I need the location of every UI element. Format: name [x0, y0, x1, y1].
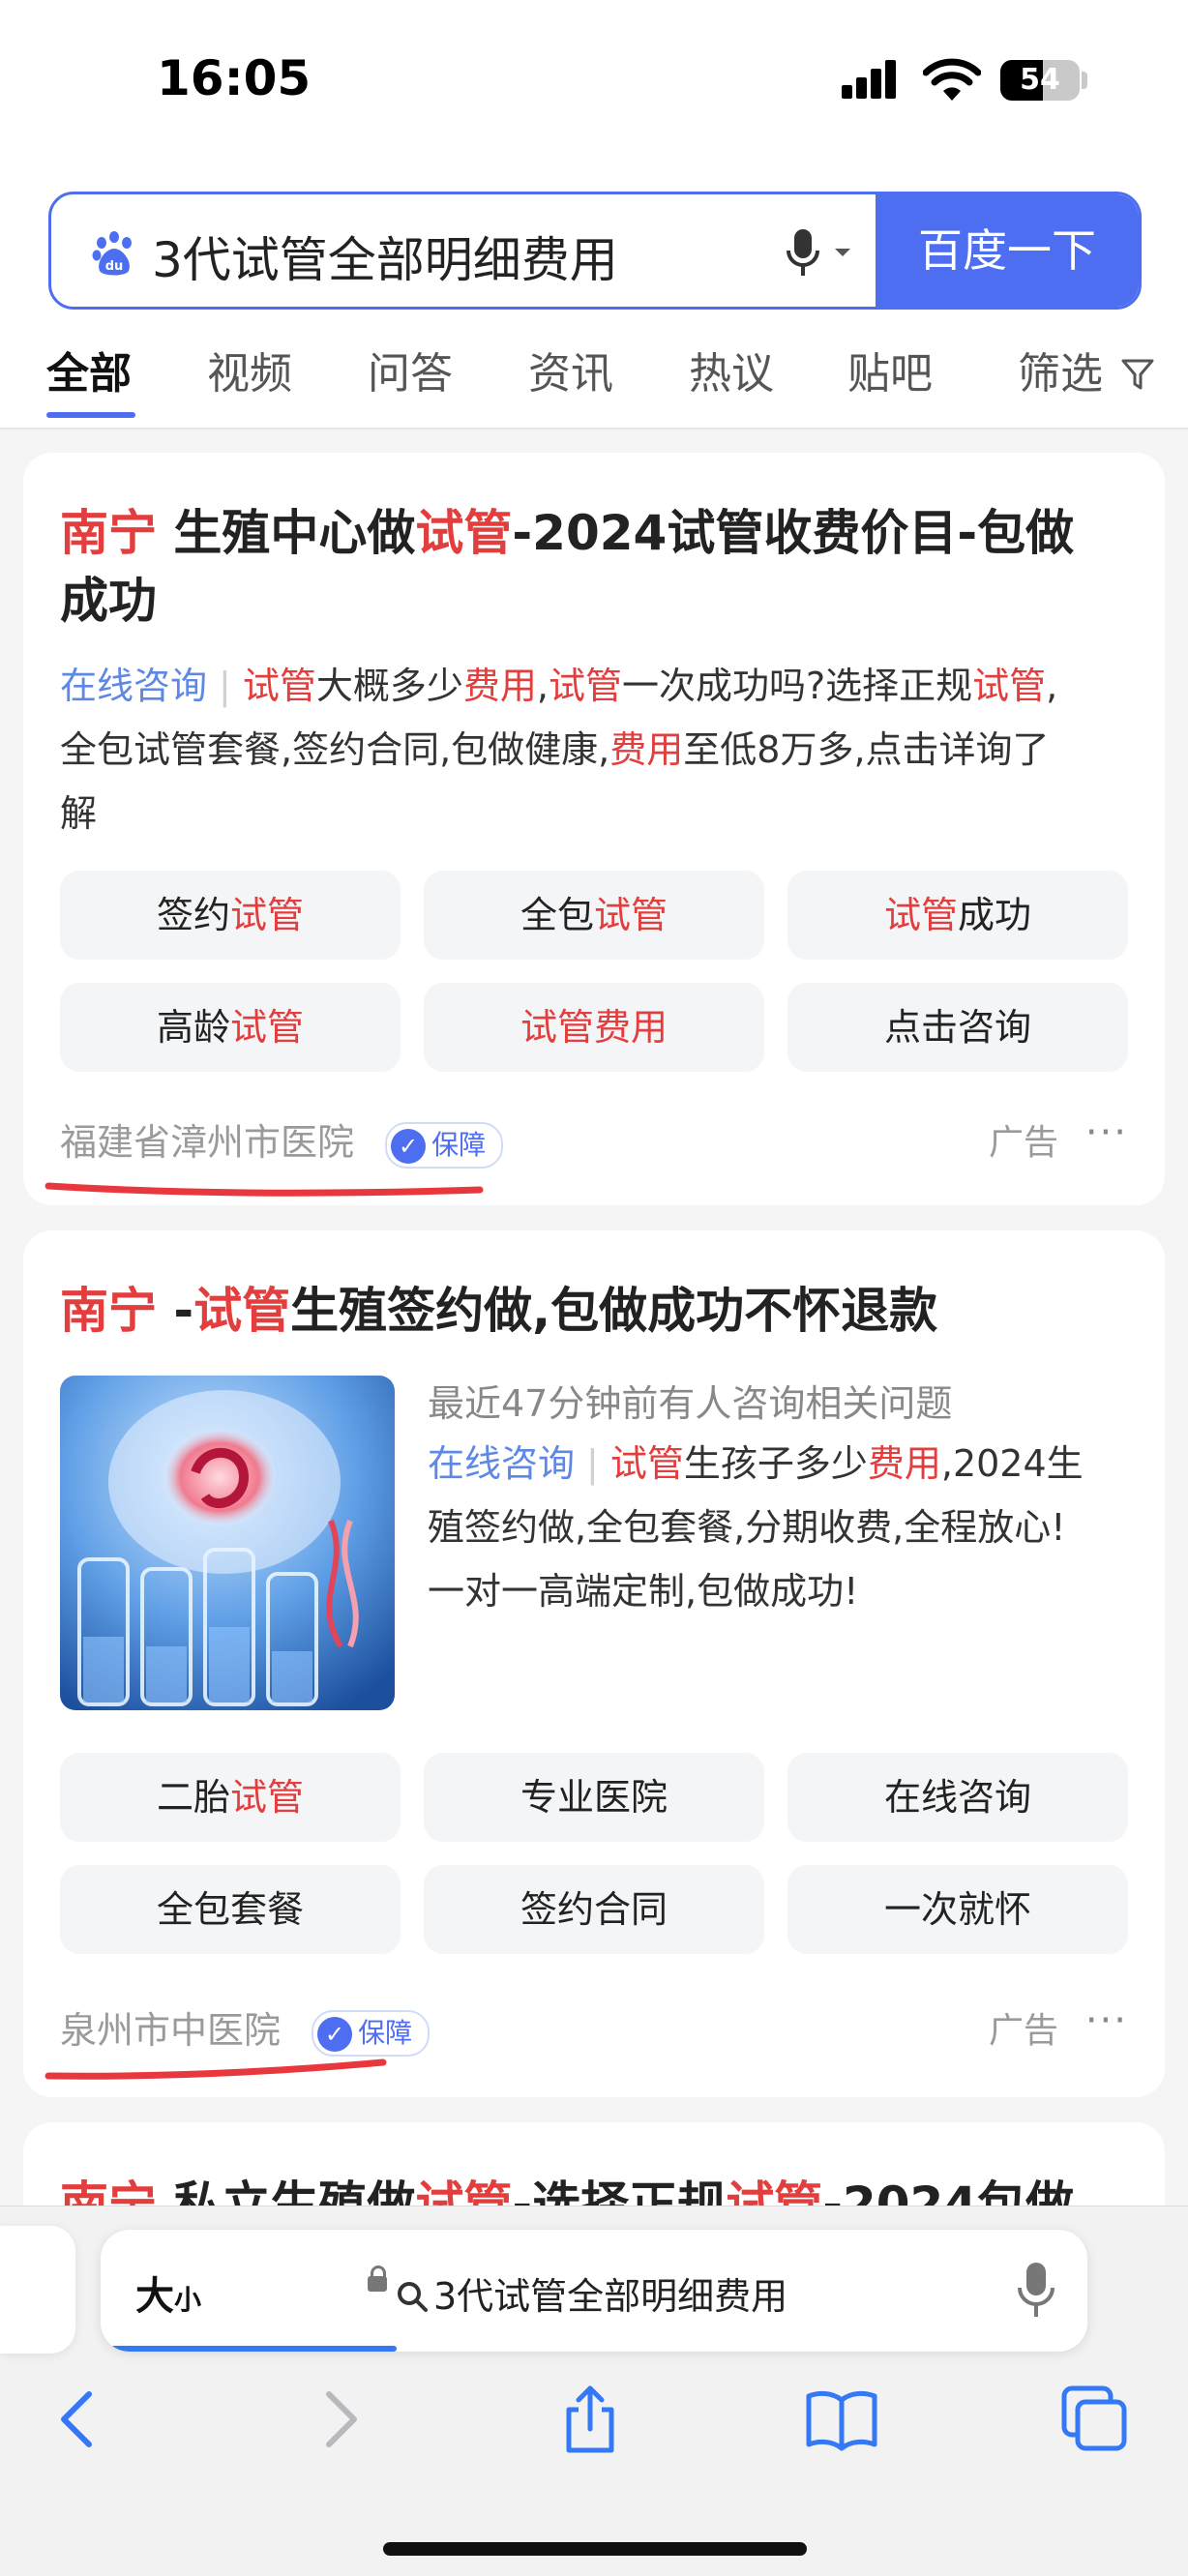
forward-icon[interactable]	[300, 2381, 377, 2458]
chip-all-inclusive-package[interactable]: 全包套餐	[60, 1865, 401, 1954]
chip-all-inclusive-ivf[interactable]: 全包试管	[424, 871, 764, 960]
tab-all[interactable]: 全部	[46, 339, 132, 400]
status-bar: 16:05 54	[0, 0, 1188, 164]
microphone-icon[interactable]	[1014, 2259, 1058, 2323]
search-box[interactable]: du 3代试管全部明细费用 百度一下	[48, 192, 1142, 310]
active-tab-indicator	[46, 412, 135, 418]
tabs-icon[interactable]	[1056, 2381, 1134, 2458]
ad-result-card-1[interactable]: 南宁 生殖中心做试管-2024试管收费价目-包做 成功 在线咨询 | 试管大概多少费用…	[23, 453, 1165, 1205]
chip-second-child-ivf[interactable]: 二胎试管	[60, 1753, 401, 1842]
bookmarks-icon[interactable]	[803, 2381, 880, 2458]
online-consult-link[interactable]: 在线咨询	[428, 1442, 575, 1485]
chip-advanced-age-ivf[interactable]: 高龄试管	[60, 983, 401, 1072]
result-thumbnail-image[interactable]	[60, 1376, 395, 1710]
check-shield-icon: ✓	[391, 1128, 427, 1164]
chip-ivf-success[interactable]: 试管成功	[787, 871, 1128, 960]
chip-one-time-pregnancy[interactable]: 一次就怀	[787, 1865, 1128, 1954]
result-source[interactable]: 福建省漳州市医院 ✓ 保障	[60, 1112, 504, 1169]
check-shield-icon: ✓	[317, 2016, 353, 2052]
address-text[interactable]: 3代试管全部明细费用	[366, 2266, 787, 2320]
guarantee-badge: ✓ 保障	[385, 1121, 504, 1169]
chip-click-consult[interactable]: 点击咨询	[787, 983, 1128, 1072]
tab-news[interactable]: 资讯	[528, 339, 613, 400]
tab-discussion[interactable]: 热议	[689, 339, 774, 400]
chip-professional-hospital[interactable]: 专业医院	[424, 1753, 764, 1842]
ad-label: 广告	[988, 1123, 1058, 1163]
chip-ivf-cost[interactable]: 试管费用	[424, 983, 764, 1072]
search-input[interactable]: 3代试管全部明细费用	[152, 222, 618, 291]
chip-sign-ivf[interactable]: 签约试管	[60, 871, 401, 960]
back-icon[interactable]	[41, 2381, 118, 2458]
tab-filter-label: 筛选	[1018, 349, 1103, 399]
baidu-paw-icon: du	[92, 231, 132, 276]
more-options-icon[interactable]: ···	[1085, 1999, 1128, 2043]
ad-label: 广告	[988, 2011, 1058, 2051]
voice-search-icon[interactable]	[775, 223, 862, 281]
tab-tieba[interactable]: 贴吧	[847, 339, 933, 400]
tab-qa[interactable]: 问答	[368, 339, 453, 400]
tab-video[interactable]: 视频	[207, 339, 292, 400]
result-description: 在线咨询 | 试管大概多少费用,试管一次成功吗?选择正规试管, 全包试管套餐,签约合…	[60, 665, 1058, 835]
home-indicator	[383, 2542, 807, 2556]
red-annotation-underline	[45, 2058, 387, 2080]
wifi-icon	[923, 58, 981, 101]
browser-toolbar: 大小 3代试管全部明细费用	[0, 2206, 1188, 2576]
result-title[interactable]: 南宁 -试管生殖签约做,包做成功不怀退款	[60, 1277, 937, 1345]
cellular-signal-icon	[842, 60, 904, 99]
search-icon	[398, 2282, 428, 2312]
battery-tip	[1082, 72, 1087, 89]
share-icon[interactable]	[551, 2381, 629, 2458]
filter-icon	[1121, 359, 1154, 390]
battery-icon: 54	[1000, 60, 1080, 101]
battery-percent: 54	[1020, 63, 1060, 97]
result-source[interactable]: 泉州市中医院 ✓ 保障	[60, 2000, 431, 2057]
result-meta: 最近47分钟前有人咨询相关问题	[428, 1382, 953, 1425]
search-header: du 3代试管全部明细费用 百度一下 全部 视频 问答 资讯 热议 贴吧 筛选	[0, 164, 1188, 429]
more-options-icon[interactable]: ···	[1085, 1110, 1128, 1155]
page-load-progress-bar	[101, 2346, 397, 2352]
result-description: 在线咨询 | 试管生孩子多少费用,2024生 殖签约做,全包套餐,分期收费,全程放心…	[428, 1442, 1084, 1613]
chip-sign-contract[interactable]: 签约合同	[424, 1865, 764, 1954]
online-consult-link[interactable]: 在线咨询	[60, 665, 207, 707]
red-annotation-underline	[45, 1182, 484, 1197]
result-tabs: 全部 视频 问答 资讯 热议 贴吧 筛选	[0, 339, 1188, 426]
chip-online-consult[interactable]: 在线咨询	[787, 1753, 1128, 1842]
result-title[interactable]: 南宁 生殖中心做试管-2024试管收费价目-包做 成功	[60, 499, 1074, 635]
clock: 16:05	[157, 50, 312, 106]
ad-result-card-2[interactable]: 南宁 -试管生殖签约做,包做成功不怀退款 最近47分钟前有人咨询相关问题 在线咨…	[23, 1230, 1165, 2097]
previous-tab-preview[interactable]	[0, 2226, 75, 2354]
address-bar[interactable]: 大小 3代试管全部明细费用	[101, 2230, 1087, 2352]
text-size-button[interactable]: 大小	[135, 2265, 201, 2321]
tab-filter[interactable]: 筛选	[1018, 339, 1155, 400]
guarantee-badge: ✓ 保障	[312, 2009, 431, 2057]
search-button[interactable]: 百度一下	[876, 194, 1139, 307]
svg-text:du: du	[105, 259, 124, 274]
